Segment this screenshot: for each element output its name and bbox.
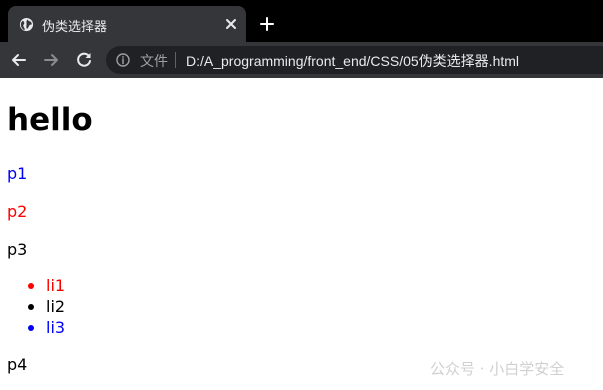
- tab-active[interactable]: 伪类选择器: [8, 6, 246, 42]
- url-text[interactable]: D:/A_programming/front_end/CSS/05伪类选择器.h…: [186, 51, 519, 71]
- arrow-right-icon[interactable]: [41, 50, 61, 70]
- address-bar[interactable]: 文件 D:/A_programming/front_end/CSS/05伪类选择…: [106, 46, 603, 74]
- reload-icon[interactable]: [74, 50, 94, 70]
- browser-chrome: 伪类选择器 文件 D:/A_programming/front_end/CSS/…: [0, 0, 603, 78]
- page-heading: hello: [7, 102, 93, 138]
- arrow-left-icon[interactable]: [9, 50, 29, 70]
- info-icon[interactable]: [116, 53, 130, 67]
- bullet-icon: [28, 304, 34, 310]
- close-icon[interactable]: [224, 17, 238, 31]
- paragraph-p4: p4: [7, 355, 28, 374]
- omnibox-divider: [175, 52, 176, 68]
- plus-icon[interactable]: [259, 16, 275, 32]
- paragraph-p3: p3: [7, 240, 28, 259]
- list-item-label: li2: [46, 297, 66, 316]
- tab-title: 伪类选择器: [42, 19, 108, 34]
- bullet-icon: [28, 283, 34, 289]
- watermark: 公众号 · 小白学安全: [430, 360, 565, 378]
- globe-icon: [19, 17, 34, 32]
- paragraph-p1: p1: [7, 164, 28, 183]
- page-content: hello p1 p2 p3 li1 li2 li3 p4 公众号 · 小白学安…: [0, 78, 603, 390]
- bullet-icon: [28, 325, 34, 331]
- paragraph-p2: p2: [7, 202, 28, 221]
- security-label: 文件: [140, 53, 168, 69]
- tab-strip: 伪类选择器: [0, 0, 603, 42]
- toolbar: 文件 D:/A_programming/front_end/CSS/05伪类选择…: [0, 42, 603, 78]
- list-item-label: li1: [46, 276, 66, 295]
- list-item-label: li3: [46, 318, 66, 337]
